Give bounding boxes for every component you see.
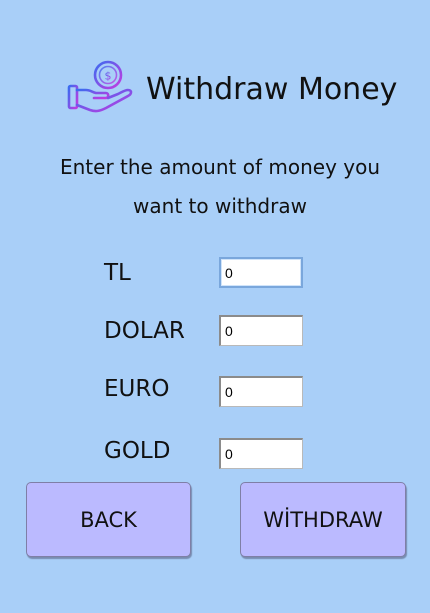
- gold-amount-input[interactable]: [219, 438, 303, 469]
- instruction-text: Enter the amount of money you want to wi…: [59, 155, 381, 218]
- tl-label: TL: [104, 260, 131, 286]
- withdraw-button[interactable]: WİTHDRAW: [240, 482, 406, 557]
- tl-amount-input[interactable]: [219, 257, 303, 288]
- dolar-amount-input[interactable]: [219, 315, 303, 346]
- back-button[interactable]: BACK: [26, 482, 191, 557]
- dolar-label: DOLAR: [104, 318, 185, 344]
- svg-text:$: $: [105, 70, 112, 83]
- page-title: Withdraw Money: [146, 72, 398, 107]
- euro-amount-input[interactable]: [219, 376, 303, 407]
- hand-money-coin-icon: $: [66, 46, 136, 122]
- euro-label: EURO: [104, 376, 170, 402]
- header: $: [66, 46, 136, 122]
- gold-label: GOLD: [104, 438, 171, 464]
